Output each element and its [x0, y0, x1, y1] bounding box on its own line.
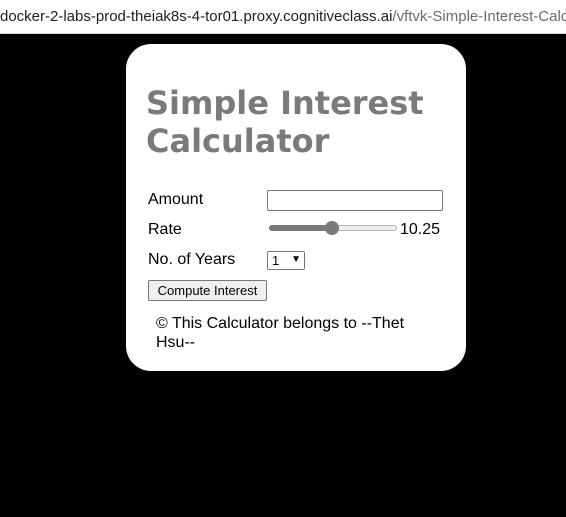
page-title: Simple Interest Calculator: [146, 84, 424, 160]
compute-interest-button[interactable]: Compute Interest: [148, 280, 267, 301]
amount-label: Amount: [148, 191, 204, 208]
years-label: No. of Years: [148, 251, 236, 268]
amount-input[interactable]: [267, 190, 443, 211]
browser-address-bar[interactable]: docker-2-labs-prod-theiak8s-4-tor01.prox…: [0, 0, 566, 34]
years-select[interactable]: 1 ▼: [267, 251, 305, 270]
footer-credit: © This Calculator belongs to --Thet Hsu-…: [156, 315, 405, 351]
rate-label: Rate: [148, 221, 182, 238]
rate-slider-thumb[interactable]: [325, 221, 339, 235]
years-selected-value: 1: [272, 253, 280, 268]
rate-value: 10.25: [400, 221, 441, 238]
url-host: docker-2-labs-prod-theiak8s-4-tor01.prox…: [0, 8, 393, 25]
chevron-down-icon: ▼: [291, 254, 301, 265]
rate-slider-fill: [269, 225, 332, 231]
rate-slider[interactable]: [269, 219, 397, 237]
url-text[interactable]: docker-2-labs-prod-theiak8s-4-tor01.prox…: [0, 0, 566, 33]
calculator-card: Simple Interest Calculator Amount Rate 1…: [126, 44, 466, 371]
url-path: /vftvk-Simple-Interest-Calculator/: [392, 8, 566, 25]
